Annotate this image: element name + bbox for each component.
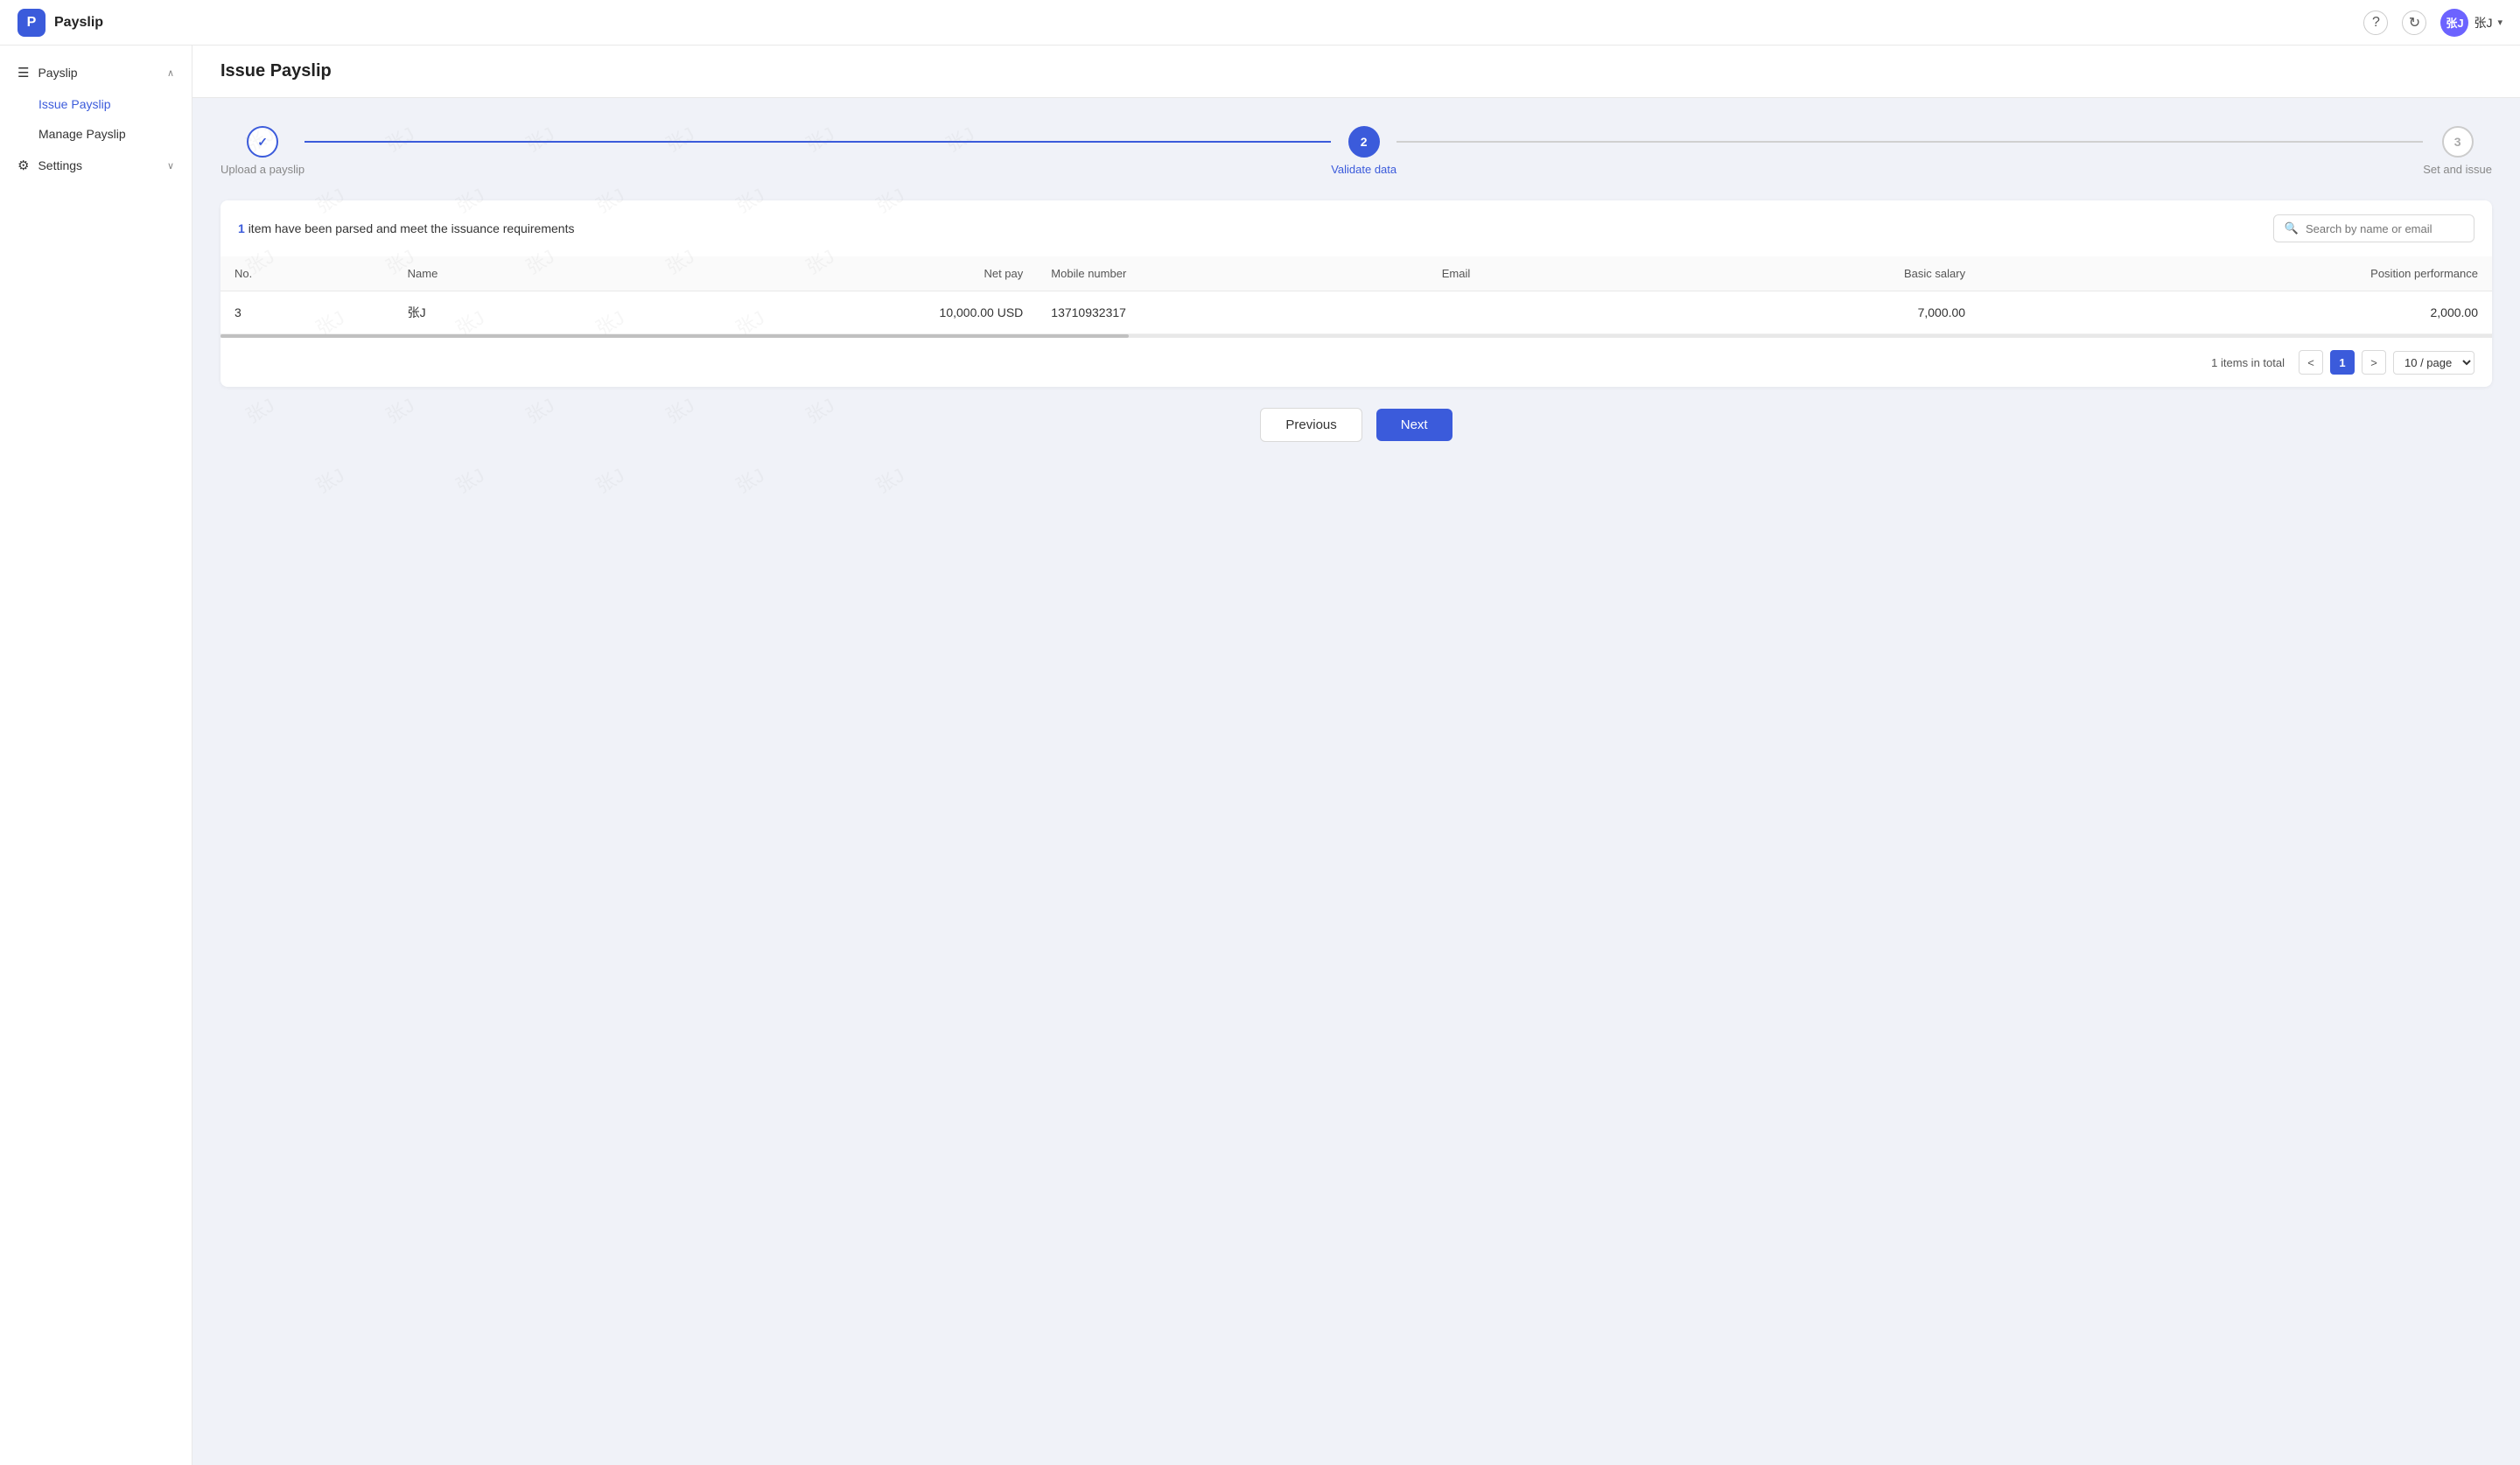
next-button[interactable]: Next: [1376, 409, 1452, 441]
content-area: 张J 张J 张J 张J 张J 张J 张J 张J 张J 张J 张J 张J 张J 张…: [192, 98, 2520, 1465]
search-input[interactable]: [2306, 222, 2463, 235]
user-name: 张J: [2474, 14, 2492, 32]
col-email: Email: [1428, 256, 1642, 291]
info-description: item have been parsed and meet the issua…: [248, 221, 575, 235]
step-line-1-2: [304, 141, 1331, 143]
table-header-row: No. Name Net pay Mobile number Email Bas…: [220, 256, 2492, 291]
sidebar-settings-label: Settings: [38, 158, 82, 172]
help-icon[interactable]: ?: [2363, 11, 2388, 35]
cell-mobile: 13710932317: [1037, 291, 1427, 334]
step-2-label: Validate data: [1331, 163, 1396, 176]
pagination-row: 1 items in total < 1 > 10 / page 20 / pa…: [220, 338, 2492, 387]
cell-email: [1428, 291, 1642, 334]
item-count: 1: [238, 221, 245, 235]
col-name: Name: [394, 256, 614, 291]
col-position-performance: Position performance: [1979, 256, 2492, 291]
page-header: Issue Payslip: [192, 46, 2520, 98]
cell-net-pay: 10,000.00 USD: [614, 291, 1037, 334]
step-3: 3 Set and issue: [2423, 126, 2492, 176]
main-card: 1 item have been parsed and meet the iss…: [220, 200, 2492, 387]
step-1-label: Upload a payslip: [220, 163, 304, 176]
search-box[interactable]: 🔍: [2273, 214, 2474, 242]
main-content: Issue Payslip 张J 张J 张J 张J 张J 张J 张J 张J 张J…: [192, 46, 2520, 1465]
page-title: Issue Payslip: [220, 61, 332, 81]
cell-position-performance: 2,000.00: [1979, 291, 2492, 334]
app-logo: P: [18, 9, 46, 37]
action-row: Previous Next: [220, 387, 2492, 449]
step-2-circle: 2: [1348, 126, 1380, 158]
sidebar-item-payslip[interactable]: ☰ Payslip ∧: [0, 56, 192, 89]
table-row: 3 张J 10,000.00 USD 13710932317 7,000.00 …: [220, 291, 2492, 334]
sidebar-item-settings[interactable]: ⚙ Settings ∨: [0, 149, 192, 182]
chevron-down-icon: ▾: [2497, 17, 2502, 28]
avatar: 张J: [2440, 9, 2468, 37]
data-table: No. Name Net pay Mobile number Email Bas…: [220, 256, 2492, 334]
search-icon: 🔍: [2285, 221, 2299, 235]
info-text: 1 item have been parsed and meet the iss…: [238, 221, 574, 235]
col-basic-salary: Basic salary: [1642, 256, 1979, 291]
sidebar-section-settings: ⚙ Settings ∨: [0, 149, 192, 182]
step-1: ✓ Upload a payslip: [220, 126, 304, 176]
step-1-circle: ✓: [247, 126, 278, 158]
previous-button[interactable]: Previous: [1260, 408, 1362, 442]
user-menu[interactable]: 张J 张J ▾: [2440, 9, 2502, 37]
step-2: 2 Validate data: [1331, 126, 1396, 176]
pagination-next-btn[interactable]: >: [2362, 350, 2386, 375]
pagination-prev-btn[interactable]: <: [2299, 350, 2323, 375]
chevron-down-icon: ∨: [167, 160, 174, 172]
info-row: 1 item have been parsed and meet the iss…: [220, 200, 2492, 256]
pagination-page-1[interactable]: 1: [2330, 350, 2355, 375]
steps-container: ✓ Upload a payslip 2 Validate data 3 Set…: [220, 126, 2492, 176]
col-net-pay: Net pay: [614, 256, 1037, 291]
sidebar-payslip-label: Payslip: [38, 66, 77, 80]
col-mobile: Mobile number: [1037, 256, 1427, 291]
topbar-left: P Payslip: [18, 9, 103, 37]
payslip-icon: ☰: [18, 65, 29, 81]
cell-name: 张J: [394, 291, 614, 334]
step-line-2-3: [1396, 141, 2423, 143]
sidebar-sub: Issue Payslip Manage Payslip: [0, 89, 192, 149]
sidebar-section-payslip: ☰ Payslip ∧ Issue Payslip Manage Payslip: [0, 56, 192, 149]
cell-no: 3: [220, 291, 394, 334]
layout: ☰ Payslip ∧ Issue Payslip Manage Payslip…: [0, 46, 2520, 1465]
step-3-label: Set and issue: [2423, 163, 2492, 176]
table-wrap: No. Name Net pay Mobile number Email Bas…: [220, 256, 2492, 334]
step-3-circle: 3: [2442, 126, 2474, 158]
col-no: No.: [220, 256, 394, 291]
scroll-indicator: [220, 334, 2492, 338]
app-title: Payslip: [54, 15, 103, 31]
settings-icon: ⚙: [18, 158, 29, 173]
scroll-thumb: [220, 334, 1129, 338]
sidebar-item-manage-payslip[interactable]: Manage Payslip: [0, 119, 192, 149]
chevron-up-icon: ∧: [167, 67, 174, 79]
pagination-total: 1 items in total: [2211, 356, 2285, 369]
refresh-icon[interactable]: ↻: [2402, 11, 2426, 35]
topbar: P Payslip ? ↻ 张J 张J ▾: [0, 0, 2520, 46]
sidebar-item-issue-payslip[interactable]: Issue Payslip: [0, 89, 192, 119]
cell-basic-salary: 7,000.00: [1642, 291, 1979, 334]
manage-payslip-label: Manage Payslip: [38, 127, 126, 141]
sidebar: ☰ Payslip ∧ Issue Payslip Manage Payslip…: [0, 46, 192, 1465]
per-page-select[interactable]: 10 / page 20 / page 50 / page: [2393, 351, 2474, 375]
topbar-right: ? ↻ 张J 张J ▾: [2363, 9, 2502, 37]
issue-payslip-label: Issue Payslip: [38, 97, 110, 111]
